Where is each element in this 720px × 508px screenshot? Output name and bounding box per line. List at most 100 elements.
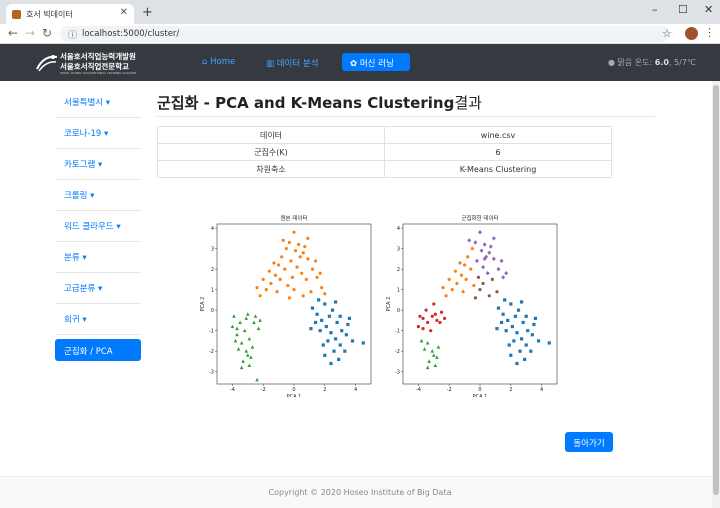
url-text: localhost:5000/cluster/ [82, 29, 180, 39]
weather-widget: ● 맑음 온도: 6.0, 5/7℃ [608, 57, 696, 68]
x-tick-label: 2 [509, 387, 512, 393]
browser-menu-icon[interactable]: ⋮ [704, 26, 715, 39]
y-tick-label: -3 [209, 369, 214, 375]
data-point [278, 277, 282, 281]
x-tick-label: 2 [323, 387, 326, 393]
site-info-icon[interactable]: ⓘ [68, 28, 77, 41]
data-point [421, 316, 425, 320]
data-point [433, 312, 437, 316]
table-cell: 데이터 [157, 126, 385, 144]
nav-home-label: Home [210, 57, 236, 67]
data-point [338, 343, 342, 347]
brain-icon: ✿ [350, 59, 358, 69]
clustered-data-plot: 군집화한 데이터 -4 -2 0 2 4 -3 -2 -1 0 1 2 3 4 PCA 1 PCA 2 [383, 212, 561, 400]
data-point [481, 281, 485, 286]
sidebar-item-crawling[interactable]: 크롤링 ▾ [55, 180, 141, 211]
scrollbar-thumb[interactable] [713, 85, 719, 495]
data-point [533, 316, 538, 320]
nav-analysis-link[interactable]: ▥ 데이터 분석 [266, 57, 319, 69]
minimize-icon[interactable]: – [652, 3, 658, 16]
weather-icon: ● [608, 58, 615, 67]
back-arrow-icon[interactable]: ← [8, 26, 18, 40]
sidebar-item-covid[interactable]: 코로나-19 ▾ [55, 118, 141, 149]
table-cell: 6 [384, 143, 612, 161]
page-scrollbar[interactable] [712, 81, 720, 508]
data-point [275, 290, 279, 294]
data-point [441, 285, 445, 290]
data-point [350, 339, 355, 343]
original-data-chart: 원본 데이터 -4 -2 0 2 4 -3 -2 -1 0 1 2 3 4 PCA 1 PCA 2 [200, 214, 372, 400]
data-point [303, 244, 307, 249]
data-point [320, 285, 324, 290]
sidebar-item-clustering[interactable]: 군집화 / PCA [55, 339, 141, 361]
y-tick-label: 4 [397, 226, 400, 232]
data-point [521, 320, 525, 325]
table-row: 군집수(K) 6 [157, 143, 612, 161]
data-point [290, 275, 295, 279]
data-point [495, 327, 499, 331]
data-point [330, 308, 335, 312]
nav-ml-label: 머신 러닝 [359, 59, 394, 69]
data-point [318, 329, 322, 333]
sidebar-item-cartogram[interactable]: 카토그램 ▾ [55, 149, 141, 180]
data-point [292, 288, 296, 292]
window-close-icon[interactable]: ✕ [704, 3, 713, 16]
data-point [332, 349, 336, 353]
sidebar-item-classification[interactable]: 분류 ▾ [55, 242, 141, 273]
data-point [453, 269, 457, 273]
data-point [298, 255, 302, 259]
sidebar-item-advanced-classification[interactable]: 고급분류 ▾ [55, 273, 141, 304]
reload-icon[interactable]: ↻ [42, 26, 52, 40]
data-point [337, 357, 341, 361]
data-point [523, 357, 527, 361]
bookmark-star-icon[interactable]: ☆ [662, 27, 672, 40]
data-point [293, 249, 298, 253]
maximize-icon[interactable]: ☐ [678, 3, 688, 16]
data-point [286, 283, 290, 288]
y-tick-label: 0 [397, 308, 400, 314]
profile-avatar[interactable] [685, 27, 698, 40]
data-point [490, 277, 494, 281]
clustered-data-chart: 군집화한 데이터 -4 -2 0 2 4 -3 -2 -1 0 1 2 3 4 PCA 1 PCA 2 [386, 214, 558, 400]
data-point [315, 312, 319, 316]
chart-title: 원본 데이터 [280, 214, 307, 222]
sidebar-item-regression[interactable]: 회귀 ▾ [55, 304, 141, 335]
logo-line3: SEOUL HOSEO OCCUPATIONAL TRAINING COLLEG… [60, 71, 137, 75]
data-point [547, 341, 551, 345]
y-tick-label: -2 [209, 349, 214, 355]
browser-tab[interactable]: 호서 빅데이터 ✕ [6, 4, 134, 24]
new-tab-icon[interactable]: + [142, 5, 153, 20]
data-point [295, 265, 299, 269]
data-point [343, 349, 347, 353]
sidebar: 서울특별시 ▾ 코로나-19 ▾ 카토그램 ▾ 크롤링 ▾ 워드 클라우드 ▾ … [55, 87, 141, 361]
data-point [532, 322, 536, 327]
data-point [326, 339, 330, 343]
site-logo[interactable]: 서울호서직업능력개발원 서울호서직업전문학교 SEOUL HOSEO OCCUP… [36, 50, 176, 76]
data-point [510, 324, 514, 329]
data-point [287, 240, 291, 245]
nav-home-link[interactable]: ⌂ Home [202, 57, 235, 67]
forward-arrow-icon[interactable]: → [25, 26, 35, 40]
y-tick-label: -1 [209, 328, 214, 334]
data-point [333, 300, 338, 304]
y-tick-label: 2 [211, 267, 214, 273]
table-cell: 차원축소 [157, 160, 385, 178]
sidebar-item-seoul[interactable]: 서울특별시 ▾ [55, 87, 141, 118]
data-point [487, 294, 491, 298]
data-point [418, 314, 422, 318]
data-point [503, 298, 507, 302]
url-input[interactable]: ⓘ localhost:5000/cluster/ [60, 26, 670, 42]
tab-close-icon[interactable]: ✕ [120, 7, 128, 18]
y-tick-label: 0 [211, 308, 214, 314]
data-point [309, 327, 313, 331]
data-point [416, 324, 420, 329]
y-tick-label: 4 [211, 226, 214, 232]
chart-icon: ▥ [266, 59, 275, 69]
home-icon: ⌂ [202, 57, 208, 67]
back-button[interactable]: 돌아가기 [565, 432, 613, 452]
nav-analysis-label: 데이터 분석 [276, 59, 319, 69]
nav-ml-button[interactable]: ✿ 머신 러닝 [342, 53, 410, 71]
sidebar-item-wordcloud[interactable]: 워드 클라우드 ▾ [55, 211, 141, 242]
data-point [513, 314, 518, 318]
data-point [329, 361, 333, 366]
